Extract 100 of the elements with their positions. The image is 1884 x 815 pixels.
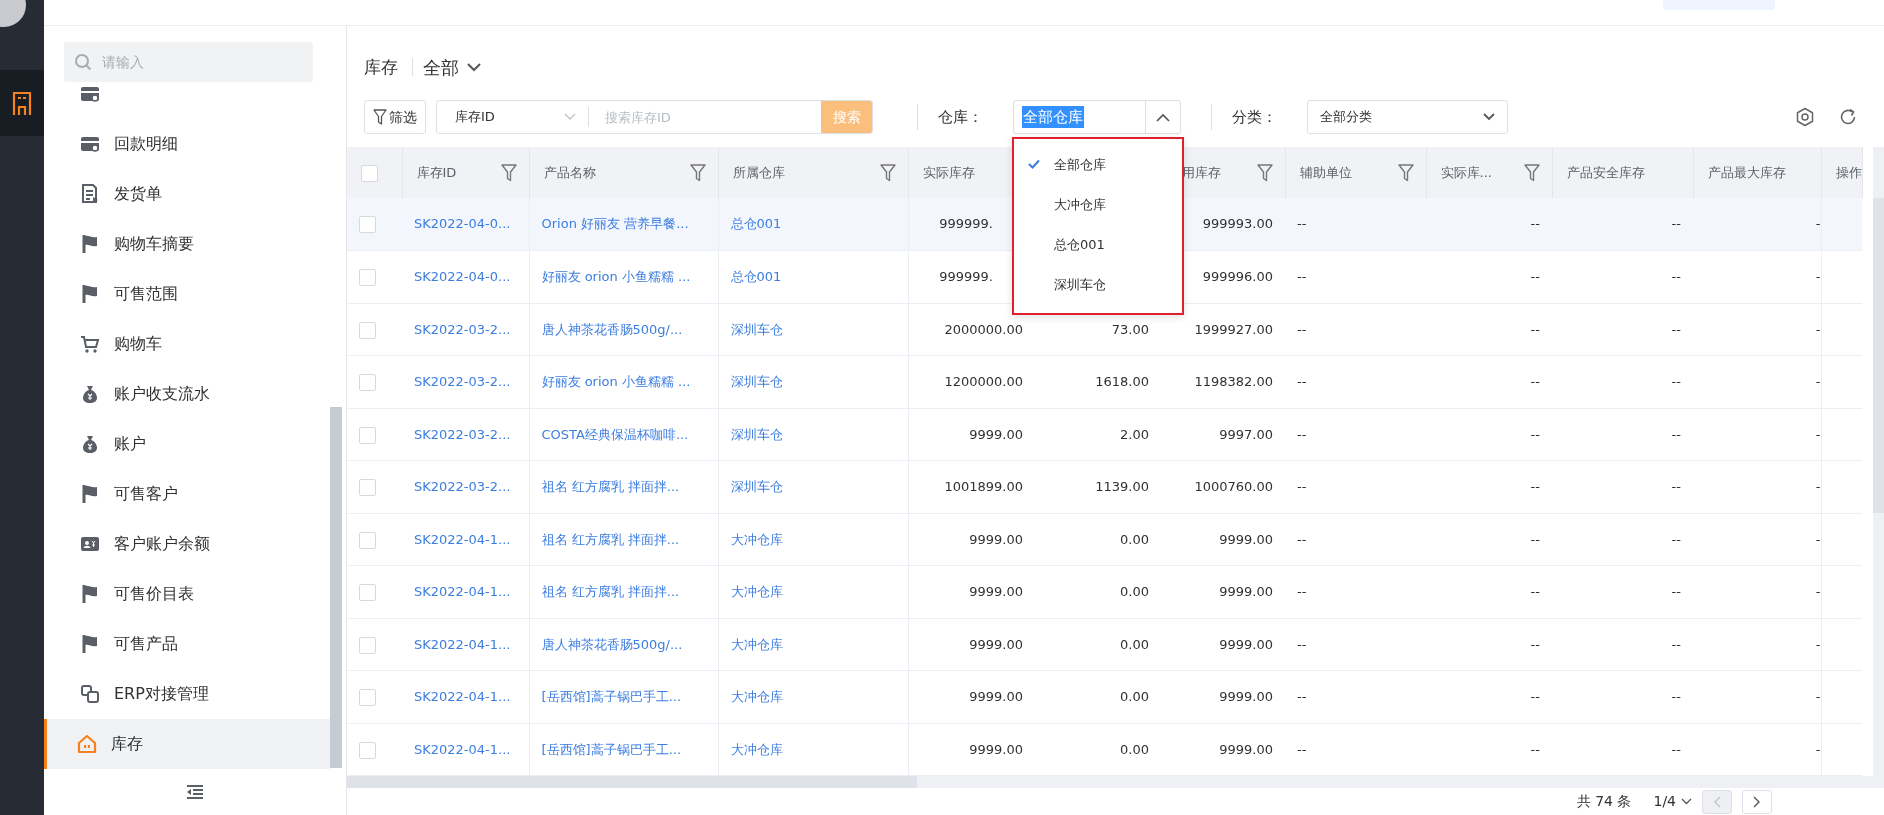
sidebar-item[interactable]: 客户账户余额 — [44, 519, 330, 569]
stock-id-link[interactable]: SK2022-03-2... — [414, 479, 511, 494]
table-row[interactable]: SK2022-03-2... 唐人神茶花香肠500g/... 深圳车仓 2000000.00 73.00 1999927.00 -- -- -- - — [347, 303, 1862, 356]
table-row[interactable]: SK2022-03-2... 祖名 红方腐乳 拌面拌... 深圳车仓 1001899.00 1139.00 1000760.00 -- -- -- - — [347, 460, 1862, 513]
table-row[interactable]: SK2022-03-2... 好丽友 orion 小鱼糯糯 ... 深圳车仓 1200000.00 1618.00 1198382.00 -- -- -- - — [347, 355, 1862, 408]
column-header: 操作 — [1835, 163, 1862, 182]
table-cell: 999999. — [939, 216, 993, 232]
stock-id-link[interactable]: SK2022-04-1... — [414, 531, 511, 547]
product-name-link[interactable]: COSTA经典保温杯咖啡... — [541, 426, 689, 442]
warehouse-link[interactable]: 深圳车仓 — [730, 479, 783, 494]
stock-id-link[interactable]: SK2022-03-2... — [414, 426, 511, 442]
search-input[interactable]: 请输入 — [100, 50, 300, 74]
table-row[interactable]: SK2022-04-1... 祖名 红方腐乳 拌面拌... 大冲仓库 9999.00 0.00 9999.00 -- -- -- - — [347, 513, 1862, 566]
select-all-checkbox[interactable] — [361, 164, 378, 182]
warehouse-link[interactable]: 大冲仓库 — [730, 531, 783, 547]
row-checkbox[interactable] — [359, 374, 376, 391]
product-name-link[interactable]: [岳西馆]蒿子锅巴手工... — [541, 689, 682, 704]
product-name-link[interactable]: 祖名 红方腐乳 拌面拌... — [541, 479, 680, 494]
row-checkbox[interactable] — [359, 636, 376, 654]
settings-icon[interactable] — [1795, 107, 1815, 127]
table-cell: -- — [1530, 689, 1540, 704]
sidebar-item[interactable]: 可售价目表 — [44, 569, 330, 619]
filter-icon[interactable] — [1397, 163, 1414, 182]
filter-icon[interactable] — [1256, 163, 1273, 182]
row-checkbox[interactable] — [359, 269, 376, 286]
row-checkbox[interactable] — [359, 479, 376, 496]
sidebar-item[interactable]: 发货单 — [44, 169, 330, 219]
warehouse-link[interactable]: 大冲仓库 — [730, 689, 783, 704]
filter-icon[interactable] — [500, 163, 517, 182]
sidebar-item[interactable]: 可售产品 — [44, 619, 330, 669]
filter-icon[interactable] — [1523, 163, 1540, 182]
chevron-up-icon[interactable] — [1156, 112, 1170, 122]
refresh-icon[interactable] — [1839, 108, 1857, 126]
warehouse-link[interactable]: 深圳车仓 — [730, 321, 783, 337]
table-row[interactable]: SK2022-04-1... [岳西馆]蒿子锅巴手工... 大冲仓库 9999.00 0.00 9999.00 -- -- -- - — [347, 723, 1862, 776]
stock-id-link[interactable]: SK2022-04-0... — [414, 269, 511, 284]
sidebar-item[interactable]: 购物车 — [44, 319, 330, 369]
row-checkbox[interactable] — [359, 584, 376, 601]
view-dropdown[interactable]: 全部 — [423, 53, 481, 81]
table-row[interactable]: SK2022-04-1... [岳西馆]蒿子锅巴手工... 大冲仓库 9999.00 0.00 9999.00 -- -- -- - — [347, 670, 1862, 723]
product-name-link[interactable]: 好丽友 orion 小鱼糯糯 ... — [541, 374, 691, 389]
warehouse-link[interactable]: 大冲仓库 — [730, 741, 783, 757]
dropdown-option[interactable]: 深圳车仓 — [1014, 265, 1182, 305]
table-row[interactable]: SK2022-03-2... COSTA经典保温杯咖啡... 深圳车仓 9999.00 2.00 9997.00 -- -- -- - — [347, 408, 1862, 461]
stock-id-link[interactable]: SK2022-04-1... — [414, 689, 511, 704]
table-row[interactable]: SK2022-04-1... 祖名 红方腐乳 拌面拌... 大冲仓库 9999.00 0.00 9999.00 -- -- -- - — [347, 565, 1862, 618]
sidebar-item[interactable]: 回款明细 — [44, 119, 330, 169]
product-name-link[interactable]: [岳西馆]蒿子锅巴手工... — [541, 741, 682, 757]
row-checkbox[interactable] — [359, 426, 376, 444]
filter-icon[interactable] — [879, 163, 896, 182]
collapse-menu-icon[interactable] — [185, 784, 205, 800]
table-cell: 0.00 — [1120, 531, 1149, 547]
product-name-link[interactable]: 唐人神茶花香肠500g/... — [541, 321, 683, 337]
filter-icon[interactable] — [689, 163, 706, 182]
table-row[interactable]: SK2022-04-1... 唐人神茶花香肠500g/... 大冲仓库 9999.00 0.00 9999.00 -- -- -- - — [347, 618, 1862, 671]
sidebar-item[interactable]: 可售客户 — [44, 469, 330, 519]
dropdown-option[interactable]: 全部仓库 — [1014, 145, 1182, 185]
row-checkbox[interactable] — [359, 689, 376, 706]
id-card-icon — [80, 534, 100, 554]
table-cell: 9999.00 — [969, 741, 1023, 757]
category-select[interactable]: 全部分类 — [1307, 100, 1508, 134]
row-checkbox[interactable] — [359, 531, 376, 549]
warehouse-link[interactable]: 总仓001 — [730, 269, 782, 284]
stock-id-link[interactable]: SK2022-04-1... — [414, 584, 511, 599]
sidebar-item[interactable]: 账户 — [44, 419, 330, 469]
horizontal-scrollbar[interactable] — [347, 776, 1873, 788]
warehouse-link[interactable]: 大冲仓库 — [730, 584, 783, 599]
search-bar[interactable]: 库存ID 搜索库存ID 搜索 — [436, 100, 873, 134]
warehouse-link[interactable]: 总仓001 — [730, 216, 782, 232]
stock-id-link[interactable]: SK2022-04-1... — [414, 636, 511, 652]
table-cell: 9999.00 — [969, 426, 1023, 442]
sidebar-item[interactable]: 可售范围 — [44, 269, 330, 319]
row-checkbox[interactable] — [359, 321, 376, 339]
sidebar-item[interactable]: 账户收支流水 — [44, 369, 330, 419]
filter-button[interactable]: 筛选 — [364, 100, 426, 134]
row-checkbox[interactable] — [359, 216, 376, 234]
product-name-link[interactable]: 好丽友 orion 小鱼糯糯 ... — [541, 269, 691, 284]
stock-id-link[interactable]: SK2022-04-1... — [414, 741, 511, 757]
page-select[interactable]: 1/4 — [1653, 791, 1692, 812]
sidebar-item[interactable]: ERP对接管理 — [44, 669, 330, 719]
sidebar-item[interactable]: 库存 — [44, 719, 330, 769]
search-field[interactable]: 请输入 — [64, 42, 313, 82]
warehouse-link[interactable]: 大冲仓库 — [730, 636, 783, 652]
chevron-left-icon — [1713, 795, 1721, 808]
row-checkbox[interactable] — [359, 741, 376, 759]
sidebar-item[interactable]: 购物车摘要 — [44, 219, 330, 269]
scrollbar-thumb[interactable] — [330, 407, 342, 768]
next-page-button[interactable] — [1742, 789, 1772, 814]
chevron-down-icon — [1483, 113, 1495, 121]
money-bag-icon — [80, 434, 100, 454]
stock-id-link[interactable]: SK2022-03-2... — [414, 374, 511, 389]
vertical-scrollbar[interactable] — [1873, 147, 1884, 788]
table-cell: -- — [1530, 741, 1540, 757]
warehouse-link[interactable]: 深圳车仓 — [730, 374, 783, 389]
product-name-link[interactable]: 唐人神茶花香肠500g/... — [541, 636, 683, 652]
product-name-link[interactable]: 祖名 红方腐乳 拌面拌... — [541, 531, 680, 547]
warehouse-link[interactable]: 深圳车仓 — [730, 426, 783, 442]
column-header: 用库存 — [1181, 163, 1221, 182]
stock-id-link[interactable]: SK2022-03-2... — [414, 321, 511, 337]
product-name-link[interactable]: 祖名 红方腐乳 拌面拌... — [541, 584, 680, 599]
